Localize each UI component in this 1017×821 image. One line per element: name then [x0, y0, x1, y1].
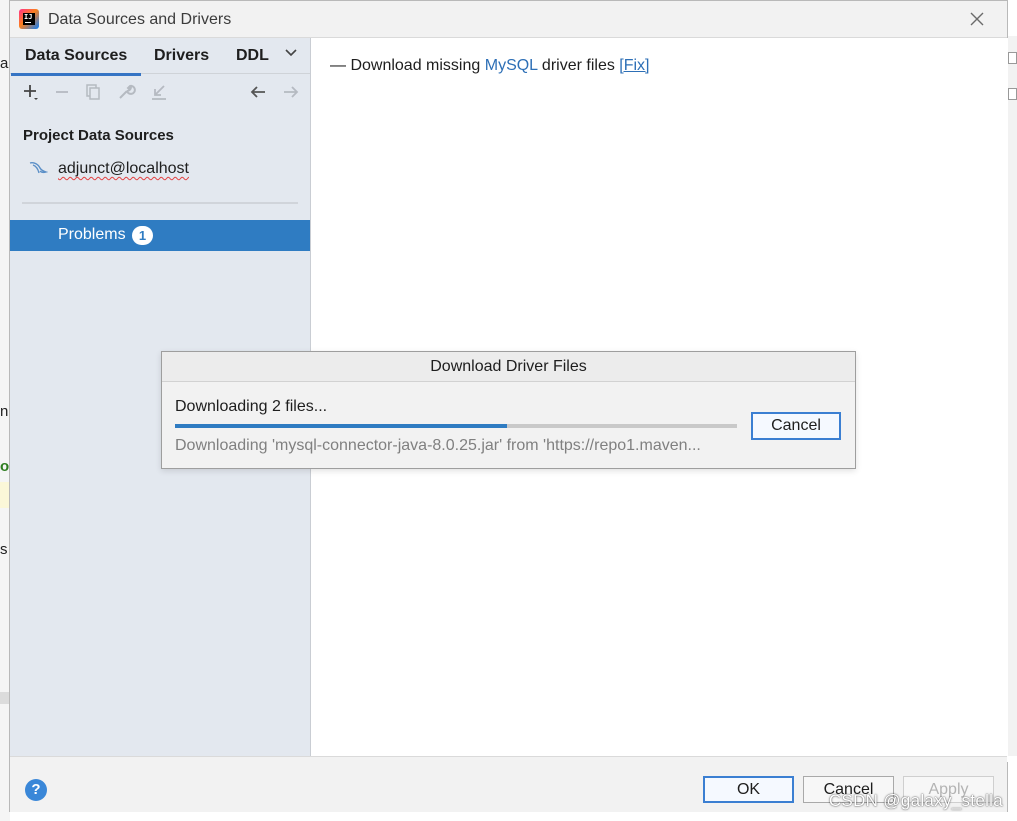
close-icon[interactable] — [967, 9, 987, 29]
download-status-message: Downloading 2 files... — [175, 398, 328, 415]
data-source-item[interactable]: adjunct@localhost — [28, 158, 298, 182]
project-data-sources-heading: Project Data Sources — [23, 127, 174, 144]
fix-link[interactable]: [Fix] — [619, 57, 649, 74]
notice-prefix: — Download missing — [330, 57, 485, 74]
duplicate-icon[interactable] — [84, 82, 102, 106]
chevron-down-icon[interactable] — [284, 45, 298, 64]
download-progress-fill — [175, 424, 507, 428]
mysql-icon — [28, 159, 49, 179]
ok-button[interactable]: OK — [703, 776, 794, 803]
modal-cancel-button[interactable]: Cancel — [751, 412, 841, 440]
notice-mid: driver files — [537, 57, 620, 74]
intellij-logo-icon: IJ — [19, 9, 39, 29]
modal-title: Download Driver Files — [162, 352, 855, 382]
window-title: Data Sources and Drivers — [48, 11, 232, 28]
remove-icon[interactable] — [53, 82, 71, 106]
mysql-link[interactable]: MySQL — [485, 57, 538, 74]
background-ide-right-strip — [1007, 36, 1017, 756]
tab-ddl-mappings[interactable]: DDL Mappings — [236, 47, 274, 65]
tab-data-sources[interactable]: Data Sources — [10, 47, 142, 76]
import-icon[interactable] — [149, 82, 169, 106]
title-bar: IJ Data Sources and Drivers — [10, 1, 1007, 38]
forward-arrow-icon[interactable] — [281, 82, 301, 106]
back-arrow-icon[interactable] — [248, 82, 268, 106]
data-source-label: adjunct@localhost — [58, 160, 189, 177]
help-button[interactable]: ? — [25, 779, 47, 801]
add-icon[interactable] — [22, 82, 42, 106]
missing-driver-notice: — Download missing MySQL driver files [F… — [330, 57, 650, 75]
download-progress-bar — [175, 424, 737, 428]
problems-item[interactable]: Problems 1 — [10, 220, 310, 251]
background-toolbar-icon — [1008, 52, 1017, 64]
download-driver-modal: Download Driver Files Downloading 2 file… — [161, 351, 856, 469]
problems-label: Problems — [58, 226, 126, 243]
download-detail-text: Downloading 'mysql-connector-java-8.0.25… — [175, 437, 701, 454]
watermark: CSDN @galaxy_stella — [828, 791, 1003, 810]
wrench-icon[interactable] — [116, 82, 136, 106]
background-toolbar-icon — [1008, 88, 1017, 100]
panel-divider — [22, 202, 298, 204]
tab-strip: Data Sources Drivers DDL Mappings — [10, 38, 310, 76]
tab-drivers[interactable]: Drivers — [154, 47, 209, 65]
left-toolbar — [10, 74, 310, 112]
problems-count-badge: 1 — [132, 226, 153, 245]
